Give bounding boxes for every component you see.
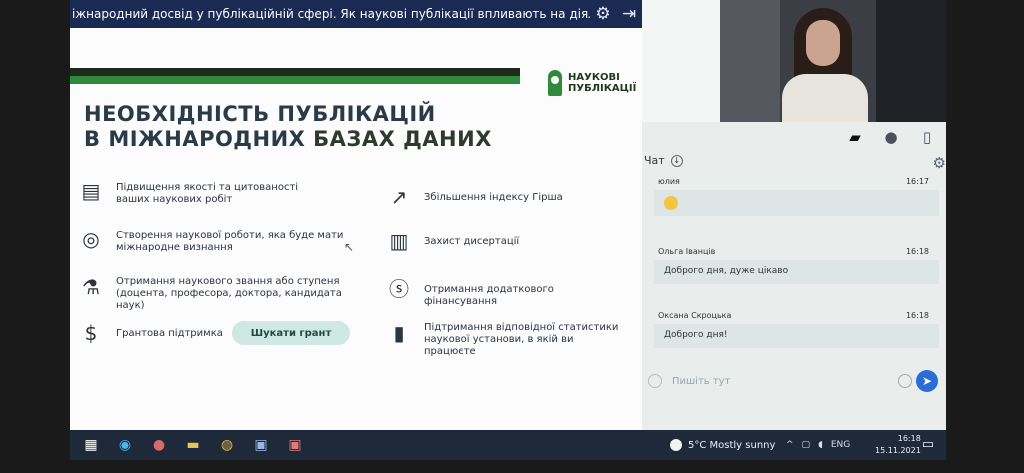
windows-taskbar: ▦ ◉ ● ▬ ◍ ▣ ▣ 5°C Mostly sunny ^ ▢ ◖ ENG… bbox=[70, 430, 946, 460]
presenter-avatar bbox=[782, 8, 868, 122]
panel-tabs: ▰ ● ▯ bbox=[844, 122, 946, 152]
trend-up-icon: ↗ bbox=[390, 185, 408, 209]
chat-message: Оксана Скроцька 16:18 Доброго дня! bbox=[654, 308, 939, 348]
weather-icon bbox=[670, 439, 682, 451]
logo-line1: НАУКОВІ bbox=[568, 72, 620, 83]
exit-icon[interactable]: ⇥ bbox=[616, 3, 642, 25]
network-icon[interactable]: ▢ bbox=[802, 440, 811, 450]
chat-message: юлия 16:17 bbox=[654, 174, 939, 216]
benefit-item: ▤ Підвищення якості та цитованості ваших… bbox=[78, 178, 328, 206]
language-indicator[interactable]: ENG bbox=[831, 440, 850, 450]
clock-time: 16:18 bbox=[897, 434, 921, 443]
message-time: 16:17 bbox=[905, 176, 929, 186]
slide-logo: НАУКОВІ ПУБЛІКАЦІЇ bbox=[548, 70, 636, 96]
microscope-icon: ⚗ bbox=[82, 275, 100, 299]
document-icon: ▤ bbox=[81, 179, 101, 203]
app-screen: іжнародний досвід у публікаційній сфері.… bbox=[70, 0, 946, 460]
emoji-picker-icon[interactable] bbox=[898, 374, 912, 388]
message-time: 16:18 bbox=[905, 246, 929, 256]
benefit-text: Створення наукової роботи, яка буде мати… bbox=[116, 230, 344, 253]
tray-chevron-icon[interactable]: ^ bbox=[786, 440, 794, 450]
chat-tab-icon[interactable]: ▰ bbox=[844, 126, 866, 148]
money-hand-icon: $ bbox=[84, 321, 98, 345]
benefit-item: ▥ Захист дисертації bbox=[386, 228, 626, 254]
benefit-item: ⓢ Отримання додаткового фінансування bbox=[386, 276, 626, 308]
slide-title-line2-b: БАЗАХ ДАНИХ bbox=[313, 127, 492, 151]
logo-line2: ПУБЛІКАЦІЇ bbox=[568, 83, 637, 94]
scroll-down-icon[interactable]: ↓ bbox=[670, 154, 683, 167]
meeting-topbar: іжнародний досвід у публікаційній сфері.… bbox=[70, 0, 642, 28]
message-time: 16:18 bbox=[905, 310, 929, 320]
benefit-item: ▮ Підтримання відповідної статистики нау… bbox=[386, 320, 626, 358]
mouse-cursor-icon: ↖ bbox=[344, 240, 355, 254]
dollar-icon: ⓢ bbox=[389, 277, 409, 301]
chat-input-placeholder: Пишіть тут bbox=[672, 375, 731, 387]
explorer-icon[interactable]: ▬ bbox=[180, 432, 206, 458]
slide-title-line2-a: В МІЖНАРОДНИХ bbox=[84, 127, 314, 151]
send-button[interactable]: ➤ bbox=[916, 370, 938, 392]
globe-icon: ◎ bbox=[82, 227, 100, 251]
message-author: юлия bbox=[658, 176, 680, 186]
gear-icon[interactable]: ⚙ bbox=[590, 3, 616, 25]
app-icon[interactable]: ▣ bbox=[248, 432, 274, 458]
meeting-title: іжнародний досвід у публікаційній сфері.… bbox=[72, 7, 590, 21]
chat-message: Ольга Іванців 16:18 Доброго дня, дуже ці… bbox=[654, 244, 939, 284]
benefit-text: Підвищення якості та цитованості ваших н… bbox=[116, 182, 299, 205]
benefit-text: Підтримання відповідної статистики науко… bbox=[424, 322, 619, 357]
system-clock[interactable]: 16:18 15.11.2021 bbox=[875, 433, 921, 457]
presentation-slide: НАУКОВІ ПУБЛІКАЦІЇ НЕОБХІДНІСТЬ ПУБЛІКАЦ… bbox=[70, 28, 642, 430]
app2-icon[interactable]: ▣ bbox=[282, 432, 308, 458]
thesis-book-icon: ▥ bbox=[389, 229, 409, 253]
task-view-icon[interactable]: ▦ bbox=[78, 432, 104, 458]
benefit-item: ⚗ Отримання наукового звання або ступеня… bbox=[78, 274, 348, 312]
presenter-video bbox=[720, 0, 946, 122]
logo-mark bbox=[548, 70, 562, 96]
slide-title-line1: НЕОБХІДНІСТЬ ПУБЛІКАЦІЙ bbox=[84, 102, 436, 126]
clock-date: 15.11.2021 bbox=[875, 446, 921, 455]
files-tab-icon[interactable]: ▯ bbox=[916, 126, 938, 148]
benefit-text: Захист дисертації bbox=[424, 236, 520, 247]
message-author: Оксана Скроцька bbox=[658, 310, 732, 320]
edge-icon[interactable]: ◉ bbox=[112, 432, 138, 458]
find-grant-button[interactable]: Шукати грант bbox=[232, 321, 350, 345]
message-text: Доброго дня, дуже цікаво bbox=[654, 260, 939, 284]
chat-settings-icon[interactable]: ⚙ bbox=[933, 154, 946, 172]
message-text: Доброго дня! bbox=[654, 324, 939, 348]
benefit-item: $ Грантова підтримка bbox=[78, 320, 238, 346]
message-author: Ольга Іванців bbox=[658, 246, 716, 256]
notification-icon[interactable]: ▭ bbox=[922, 437, 934, 452]
benefit-item: ↗ Збільшення індексу Гірша bbox=[386, 184, 626, 210]
help-icon[interactable] bbox=[648, 374, 662, 388]
benefit-text: Грантова підтримка bbox=[116, 328, 223, 339]
chrome-icon[interactable]: ◍ bbox=[214, 432, 240, 458]
side-panel: ▰ ● ▯ Чат ↓ ⚙ юлия 16:17 Ольга Іванців 1… bbox=[642, 122, 946, 430]
slide-title: НЕОБХІДНІСТЬ ПУБЛІКАЦІЙ В МІЖНАРОДНИХ БА… bbox=[84, 102, 492, 152]
participants-tab-icon[interactable]: ● bbox=[880, 126, 902, 148]
benefit-text: Збільшення індексу Гірша bbox=[424, 192, 563, 203]
benefit-text: Отримання наукового звання або ступеня (… bbox=[116, 276, 342, 311]
slide-stripe-green bbox=[70, 76, 520, 84]
chat-label: Чат bbox=[644, 154, 665, 167]
teams-icon[interactable]: ● bbox=[146, 432, 172, 458]
bar-chart-icon: ▮ bbox=[393, 321, 405, 345]
benefit-item: ◎ Створення наукової роботи, яка буде ма… bbox=[78, 226, 348, 254]
slide-stripe-dark bbox=[70, 68, 520, 76]
benefit-text: Отримання додаткового фінансування bbox=[424, 284, 554, 307]
weather-text[interactable]: 5°C Mostly sunny bbox=[688, 440, 775, 451]
volume-icon[interactable]: ◖ bbox=[818, 440, 823, 450]
emoji-icon bbox=[664, 196, 678, 210]
